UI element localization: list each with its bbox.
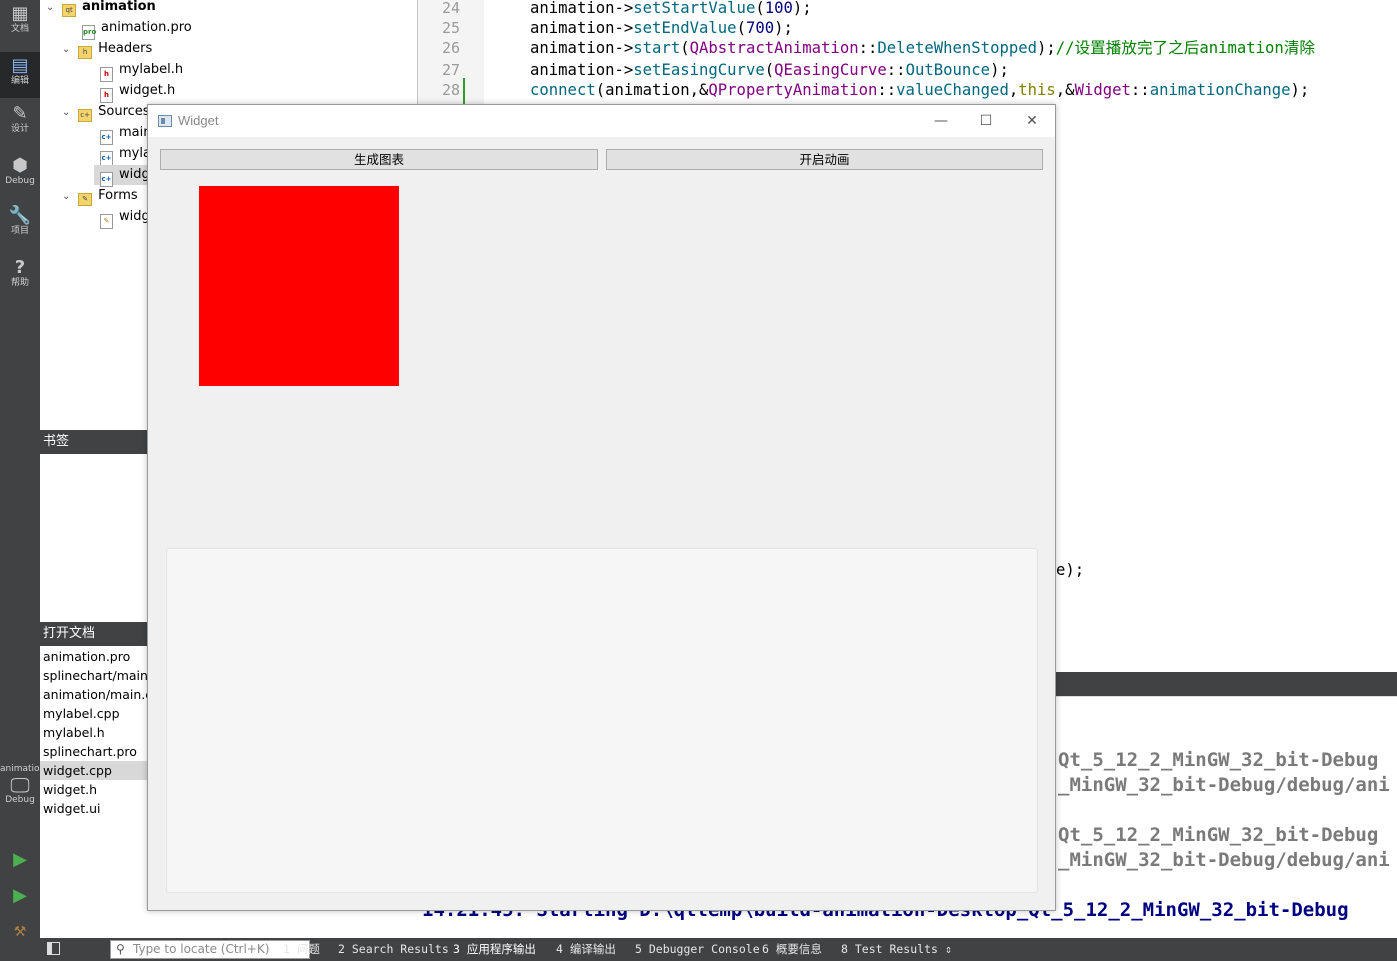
tree-item-mylabel-h[interactable]: h mylabel.h	[100, 60, 183, 82]
output-line: Qt_5_12_2_MinGW_32_bit-Debug	[1058, 749, 1379, 771]
window-title: Widget	[178, 113, 219, 128]
close-button[interactable]: ✕	[1009, 105, 1055, 137]
chevron-down-icon: ⌄	[46, 2, 55, 13]
monitor-icon: 🖵	[10, 773, 30, 797]
debug-run-button[interactable]: ▶	[0, 886, 40, 916]
mode-projects[interactable]: 🔧 项目	[0, 206, 40, 250]
open-doc-item[interactable]: splinechart/main.cpp	[43, 666, 148, 685]
output-line: _MinGW_32_bit-Debug/debug/ani	[1058, 774, 1390, 796]
tab-more-arrows-icon[interactable]: ⇕	[945, 938, 952, 961]
tab-test-results[interactable]: 8 Test Results	[841, 938, 938, 961]
widget-window: Widget — ☐ ✕ 生成图表 开启动画	[147, 104, 1056, 911]
line-number: 27	[441, 61, 460, 79]
bookmarks-header[interactable]: 书签	[40, 430, 148, 454]
kit-selector[interactable]: animation 🖵 Debug	[0, 764, 45, 832]
mode-help[interactable]: ? 帮助	[0, 258, 40, 302]
folder-icon: h	[78, 46, 93, 59]
tab-search-results[interactable]: 2 Search Results	[338, 938, 449, 961]
hammer-icon: ⚒	[13, 924, 27, 940]
line-number: 28	[441, 81, 460, 99]
mode-edit[interactable]: ▤ 编辑	[0, 52, 40, 98]
tab-application-output[interactable]: 3 应用程序输出	[453, 938, 536, 961]
open-doc-item[interactable]: animation/main.cpp	[43, 685, 148, 704]
window-icon	[158, 115, 172, 127]
ui-file-icon: ✎	[100, 214, 113, 229]
mode-bar: ▦ 文档 ▤ 编辑 ✎ 设计 ⬢ Debug 🔧 项目 ? 帮助 animati…	[0, 0, 45, 961]
animated-label	[199, 186, 399, 386]
mode-welcome[interactable]: ▦ 文档	[0, 4, 40, 48]
code-line: animation->setEndValue(700);	[530, 19, 793, 37]
minimize-button[interactable]: —	[918, 105, 964, 137]
window-titlebar[interactable]: Widget — ☐ ✕	[148, 105, 1055, 137]
tree-folder-sources[interactable]: ⌄ c+ Sources	[62, 102, 150, 122]
tree-folder-forms[interactable]: ⌄ ✎ Forms	[62, 186, 138, 206]
code-line: animation->start(QAbstractAnimation::Del…	[530, 39, 1316, 57]
help-icon: ?	[14, 257, 26, 278]
open-documents-header[interactable]: 打开文档	[40, 622, 148, 646]
toggle-sidebar-icon[interactable]	[47, 942, 60, 955]
chevron-down-icon: ⌄	[62, 191, 71, 202]
code-line: animation->setStartValue(100);	[530, 0, 812, 17]
header-file-icon: h	[100, 88, 113, 103]
tab-issues[interactable]: 1 问题	[283, 938, 320, 961]
tab-compile-output[interactable]: 4 编译输出	[556, 938, 616, 961]
wrench-icon: 🔧	[8, 205, 32, 226]
tab-general-messages[interactable]: 6 概要信息	[762, 938, 822, 961]
mode-debug[interactable]: ⬢ Debug	[0, 156, 40, 200]
open-doc-item[interactable]: mylabel.h	[43, 723, 148, 742]
open-doc-item[interactable]: splinechart.pro	[43, 742, 148, 761]
code-line: connect(animation,&QPropertyAnimation::v…	[530, 81, 1310, 99]
open-doc-item[interactable]: widget.ui	[43, 799, 148, 818]
status-bar: ⚲ Type to locate (Ctrl+K) 1 问题 2 Search …	[40, 938, 1397, 961]
locate-input[interactable]: ⚲ Type to locate (Ctrl+K)	[110, 940, 310, 959]
grid-icon: ▦	[11, 3, 29, 24]
project-icon: qt	[62, 4, 77, 17]
chevron-down-icon: ⌄	[62, 107, 71, 118]
edit-icon: ▤	[11, 55, 29, 76]
cpp-file-icon: c+	[100, 172, 113, 187]
bug-icon: ⬢	[12, 155, 28, 176]
tree-folder-headers[interactable]: ⌄ h Headers	[62, 39, 152, 59]
tree-item-widget-h[interactable]: h widget.h	[100, 81, 175, 103]
search-icon: ⚲	[116, 942, 125, 956]
tree-item-pro[interactable]: pro animation.pro	[82, 18, 192, 40]
run-button[interactable]: ▶	[0, 850, 40, 874]
open-doc-item[interactable]: widget.h	[43, 780, 148, 799]
mode-design[interactable]: ✎ 设计	[0, 104, 40, 148]
bookmarks-panel	[40, 454, 148, 622]
folder-icon: ✎	[78, 193, 93, 206]
change-marker	[463, 78, 465, 104]
chevron-down-icon: ⌄	[62, 44, 71, 55]
debug-play-icon: ▶	[13, 885, 27, 906]
output-line: _MinGW_32_bit-Debug/debug/ani	[1058, 849, 1390, 871]
pencil-icon: ✎	[12, 103, 28, 124]
play-icon: ▶	[13, 849, 27, 870]
code-fragment: e);	[1056, 561, 1085, 579]
build-button[interactable]: ⚒	[0, 922, 40, 940]
cpp-file-icon: c+	[100, 130, 113, 145]
start-animation-button[interactable]: 开启动画	[606, 149, 1043, 170]
tree-root[interactable]: ⌄ qt animation	[46, 0, 156, 17]
line-number: 24	[441, 0, 460, 17]
header-file-icon: h	[100, 67, 113, 82]
open-doc-item[interactable]: animation.pro	[43, 647, 148, 666]
tab-debugger-console[interactable]: 5 Debugger Console	[635, 938, 760, 961]
open-doc-item-selected[interactable]: widget.cpp	[40, 761, 148, 780]
line-number: 25	[441, 19, 460, 37]
folder-icon: c+	[78, 109, 93, 122]
maximize-button[interactable]: ☐	[963, 105, 1009, 137]
chart-view[interactable]	[166, 548, 1038, 893]
generate-chart-button[interactable]: 生成图表	[160, 149, 598, 170]
open-doc-item[interactable]: mylabel.cpp	[43, 704, 148, 723]
pro-file-icon: pro	[82, 25, 96, 40]
line-number: 26	[441, 39, 460, 57]
cpp-file-icon: c+	[100, 151, 113, 166]
output-line: Qt_5_12_2_MinGW_32_bit-Debug	[1058, 824, 1379, 846]
code-line: animation->setEasingCurve(QEasingCurve::…	[530, 61, 1009, 79]
